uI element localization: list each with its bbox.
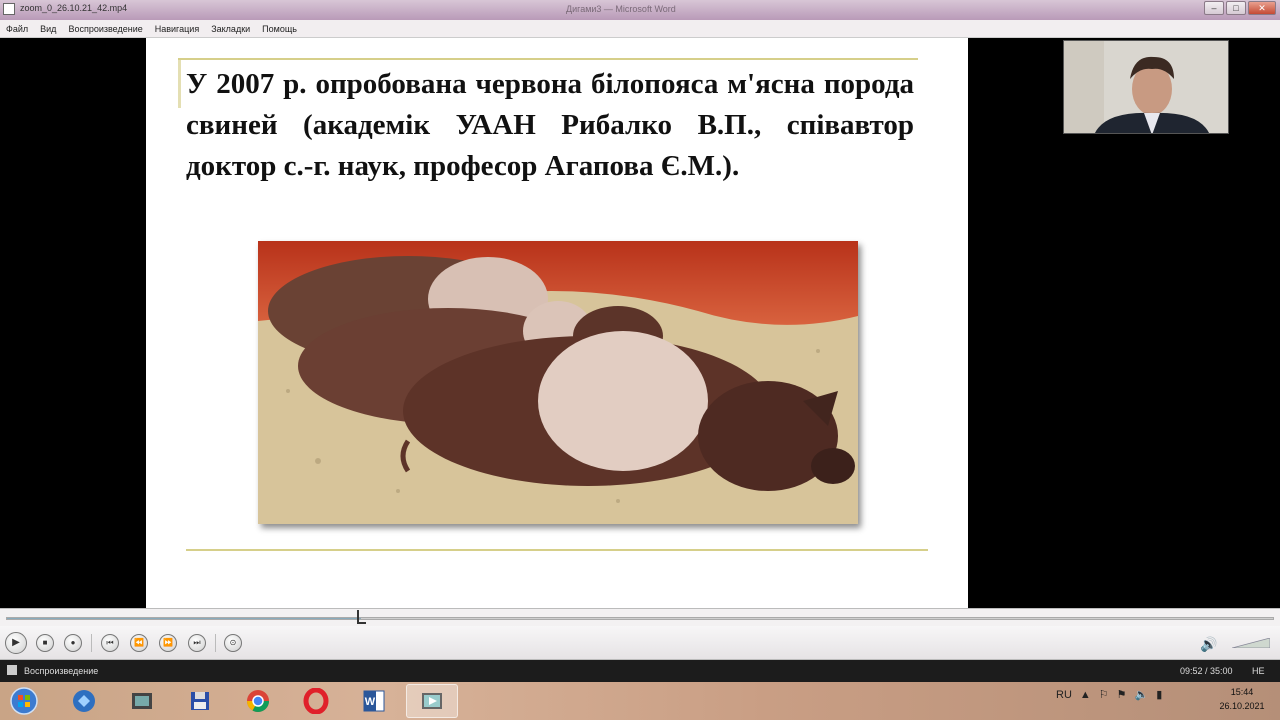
minimize-button[interactable]: –	[1204, 1, 1224, 15]
rewind-button[interactable]: ⏪	[130, 634, 148, 652]
explorer-icon	[73, 690, 95, 712]
clock-time: 15:44	[1230, 687, 1254, 697]
status-text: Воспроизведение	[24, 666, 99, 676]
taskbar-media-player[interactable]	[406, 684, 458, 718]
video-area[interactable]: У 2007 р. опробована червона білопояса м…	[0, 38, 1280, 608]
menu-navigation[interactable]: Навигация	[155, 24, 199, 34]
system-tray: RU ▲ ⚐ ⚑ 🔈 ▮	[1056, 688, 1162, 702]
slide-top-rule	[178, 58, 918, 60]
separator	[91, 634, 92, 652]
pigs-photo	[258, 241, 858, 524]
stop-button[interactable]: ■	[36, 634, 54, 652]
chrome-icon	[247, 690, 269, 712]
film-icon	[132, 693, 152, 709]
window-controls: – □ ✕	[1204, 1, 1276, 15]
menu-playback[interactable]: Воспроизведение	[68, 24, 142, 34]
media-player-icon	[3, 3, 15, 15]
taskbar-chrome[interactable]	[232, 684, 284, 718]
play-pause-button[interactable]: ▶	[5, 632, 27, 654]
time-display: 09:52 / 35:00	[1180, 666, 1233, 676]
player-controls: ▶ ■ ● ⏮ ⏪ ⏩ ⏭ ⊙ 🔊	[0, 626, 1280, 660]
maximize-button[interactable]: □	[1226, 1, 1246, 15]
menu-help[interactable]: Помощь	[262, 24, 297, 34]
start-button[interactable]	[4, 684, 44, 718]
record-button[interactable]: ●	[64, 634, 82, 652]
screen: zoom_0_26.10.21_42.mp4 Дигами3 — Microso…	[0, 0, 1280, 720]
menu-bookmarks[interactable]: Закладки	[211, 24, 250, 34]
language-indicator[interactable]: RU	[1056, 689, 1072, 701]
seek-progress	[7, 618, 362, 619]
media-player-icon	[422, 693, 442, 709]
taskbar-word[interactable]: W	[348, 684, 400, 718]
fast-forward-button[interactable]: ⏩	[159, 634, 177, 652]
close-button[interactable]: ✕	[1248, 1, 1276, 15]
person-image	[1064, 41, 1228, 133]
taskbar: W RU ▲ ⚐ ⚑ 🔈 ▮ 15:44 26.10.2021	[0, 682, 1280, 720]
slide-bottom-rule	[186, 549, 928, 551]
volume-slider[interactable]	[1232, 638, 1270, 648]
windows-logo-icon	[10, 687, 38, 715]
presentation-slide: У 2007 р. опробована червона білопояса м…	[146, 38, 968, 608]
clock-date: 26.10.2021	[1219, 701, 1265, 711]
slide-text: У 2007 р. опробована червона білопояса м…	[186, 68, 914, 182]
taskbar-explorer[interactable]	[58, 684, 110, 718]
opera-icon	[303, 688, 329, 714]
menu-bar: Файл Вид Воспроизведение Навигация Закла…	[0, 20, 1280, 38]
previous-button[interactable]: ⏮	[101, 634, 119, 652]
svg-text:W: W	[365, 696, 376, 708]
seek-bar[interactable]	[0, 608, 1280, 626]
menu-file[interactable]: Файл	[6, 24, 28, 34]
status-bar: Воспроизведение 09:52 / 35:00 НЕ	[0, 660, 1280, 682]
seek-handle[interactable]	[357, 610, 367, 624]
slide-left-marker	[178, 60, 181, 108]
status-icon	[7, 665, 17, 675]
zoom-button[interactable]: ⊙	[224, 634, 242, 652]
taskbar-opera[interactable]	[290, 684, 342, 718]
menu-view[interactable]: Вид	[40, 24, 56, 34]
flag-icon[interactable]: ⚑	[1117, 688, 1127, 701]
window-filename: zoom_0_26.10.21_42.mp4	[20, 3, 128, 13]
window-titlebar: zoom_0_26.10.21_42.mp4 Дигами3 — Microso…	[0, 0, 1280, 20]
speaker-icon[interactable]: 🔈	[1135, 688, 1149, 701]
taskbar-clock[interactable]: 15:44 26.10.2021	[1208, 685, 1276, 713]
seek-track[interactable]	[6, 617, 1274, 620]
taskbar-media-center[interactable]	[116, 684, 168, 718]
next-button[interactable]: ⏭	[188, 634, 206, 652]
webcam-thumbnail	[1063, 40, 1229, 134]
word-icon: W	[363, 690, 385, 712]
network-icon[interactable]: ⚐	[1099, 688, 1109, 701]
volume-icon[interactable]: 🔊	[1200, 636, 1217, 653]
separator	[215, 634, 216, 652]
signal-icon[interactable]: ▮	[1156, 688, 1162, 701]
speed-indicator: НЕ	[1252, 666, 1265, 676]
pigs-image	[258, 241, 858, 524]
floppy-icon	[191, 692, 209, 710]
taskbar-save[interactable]	[174, 684, 226, 718]
window-title: Дигами3 — Microsoft Word	[566, 4, 676, 14]
tray-arrow-icon[interactable]: ▲	[1080, 689, 1091, 701]
